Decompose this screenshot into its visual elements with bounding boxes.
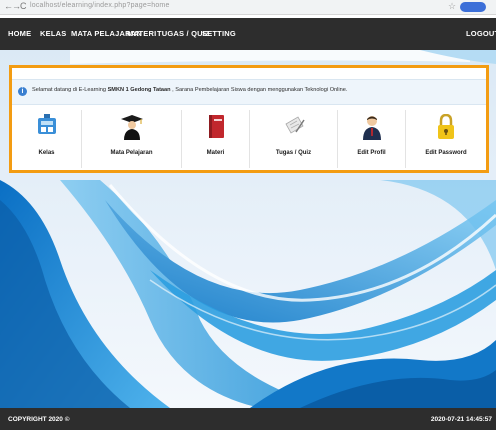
welcome-prefix: Selamat datang di E-Learning [32, 87, 108, 93]
menu-label-tugas-quiz: Tugas / Quiz [275, 150, 312, 156]
welcome-text: Selamat datang di E-Learning SMKN 1 Gedo… [32, 87, 347, 93]
logout-link[interactable]: LOGOUT [466, 29, 496, 38]
school-name: SMKN 1 Gedong Tataan [107, 87, 171, 93]
bookmark-star-icon[interactable]: ☆ [448, 1, 456, 12]
content-area: i Selamat datang di E-Learning SMKN 1 Ge… [0, 50, 496, 408]
profile-icon [362, 116, 381, 140]
reload-icon[interactable]: C [20, 1, 27, 12]
menu-label-kelas: Kelas [38, 150, 55, 156]
menu-label-edit-profil: Edit Profil [357, 150, 386, 156]
class-icon [37, 114, 56, 134]
quick-menu: Kelas Mata Pelajaran Materi Tugas / Quiz… [12, 110, 486, 168]
info-icon: i [18, 87, 27, 96]
menu-item-mata-pelajaran[interactable]: Mata Pelajaran [82, 110, 182, 168]
menu-item-edit-password[interactable]: Edit Password [406, 110, 486, 168]
copyright-text: COPYRIGHT 2020 © [8, 416, 70, 423]
welcome-panel: i Selamat datang di E-Learning SMKN 1 Ge… [9, 65, 489, 173]
footer-bar: COPYRIGHT 2020 © 2020-07-21 14:45:57 [0, 408, 496, 430]
nav-item-setting[interactable]: SETTING [202, 29, 236, 38]
top-navigation-bar: HOME KELAS MATA PELAJARAN MATERI TUGAS /… [0, 18, 496, 50]
menu-label-edit-password: Edit Password [425, 150, 467, 156]
menu-label-mata-pelajaran: Mata Pelajaran [110, 150, 153, 156]
address-bar[interactable]: localhost/elearning/index.php?page=home [30, 2, 170, 9]
quiz-icon [284, 116, 305, 134]
browser-toolbar: ← → C localhost/elearning/index.php?page… [0, 0, 496, 15]
profile-avatar[interactable] [460, 2, 486, 12]
server-timestamp: 2020-07-21 14:45:57 [430, 416, 492, 423]
nav-item-materi[interactable]: MATERI [127, 29, 156, 38]
menu-item-kelas[interactable]: Kelas [12, 110, 82, 168]
nav-item-kelas[interactable]: KELAS [40, 29, 66, 38]
menu-item-materi[interactable]: Materi [182, 110, 250, 168]
graduate-icon [120, 115, 143, 140]
menu-label-materi: Materi [206, 150, 225, 156]
book-icon [208, 115, 224, 138]
welcome-banner: i Selamat datang di E-Learning SMKN 1 Ge… [12, 79, 486, 105]
menu-item-tugas-quiz[interactable]: Tugas / Quiz [250, 110, 338, 168]
menu-item-edit-profil[interactable]: Edit Profil [338, 110, 406, 168]
welcome-suffix: , Sarana Pembelajaran Siswa dengan mengg… [170, 87, 348, 93]
nav-item-home[interactable]: HOME [8, 29, 31, 38]
lock-icon [438, 114, 454, 139]
